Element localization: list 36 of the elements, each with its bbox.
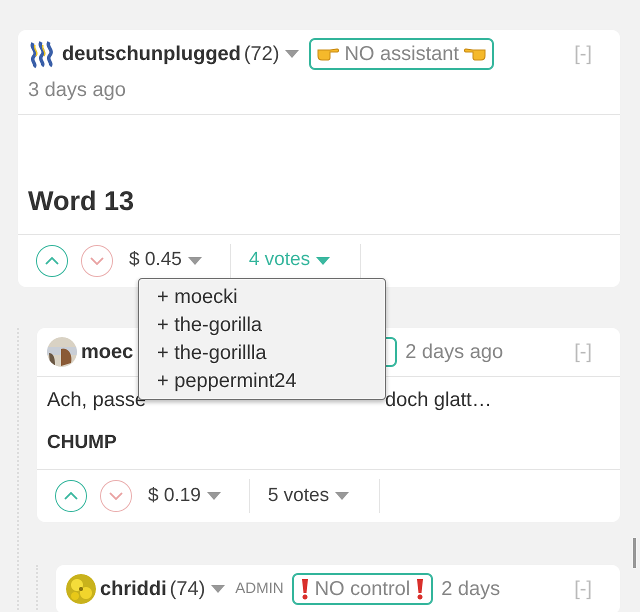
timestamp: 2 days xyxy=(441,577,500,602)
post-heading: Word 13 xyxy=(28,185,136,218)
caret-icon[interactable] xyxy=(285,50,300,58)
pointing-hand-icon xyxy=(317,48,340,60)
voter-link[interactable]: + the-gorilla xyxy=(157,310,385,338)
upvote-button[interactable] xyxy=(36,244,68,276)
pointing-hand-icon xyxy=(464,48,486,60)
voter-link[interactable]: + moecki xyxy=(157,282,385,310)
timestamp: 3 days ago xyxy=(28,78,126,103)
author-name[interactable]: chriddi xyxy=(100,571,167,607)
chevron-down-icon xyxy=(90,256,104,264)
downvote-button[interactable] xyxy=(81,244,113,276)
downvote-button[interactable] xyxy=(100,480,132,512)
timestamp: 2 days ago xyxy=(405,340,504,364)
votes-button[interactable]: 5 votes xyxy=(268,482,360,510)
chevron-down-icon xyxy=(109,492,123,500)
post-text: doch glatt… xyxy=(385,388,492,412)
chevron-up-icon xyxy=(64,492,78,500)
upvote-button[interactable] xyxy=(55,480,87,512)
author-name[interactable]: deutschunplugged xyxy=(62,36,241,72)
voter-link[interactable]: + peppermint24 xyxy=(157,366,385,394)
voter-link[interactable]: + the-gorillla xyxy=(157,338,385,366)
exclamation-icon xyxy=(300,578,310,600)
payout-button[interactable]: $ 0.19 xyxy=(148,482,231,510)
exclamation-icon xyxy=(415,578,426,600)
scrollbar[interactable] xyxy=(633,538,636,568)
tag-label: NO assistant xyxy=(344,42,459,67)
chevron-up-icon xyxy=(45,256,59,264)
reputation-score: (72) xyxy=(244,42,280,67)
payout-button[interactable]: $ 0.45 xyxy=(129,246,212,275)
caret-icon[interactable] xyxy=(211,585,226,593)
author-name[interactable]: moec xyxy=(81,334,134,370)
tag-label: NO control xyxy=(314,577,410,602)
post-text: CHUMP xyxy=(47,430,118,454)
role-label: ADMIN xyxy=(235,579,284,599)
reputation-score: (74) xyxy=(170,577,206,602)
